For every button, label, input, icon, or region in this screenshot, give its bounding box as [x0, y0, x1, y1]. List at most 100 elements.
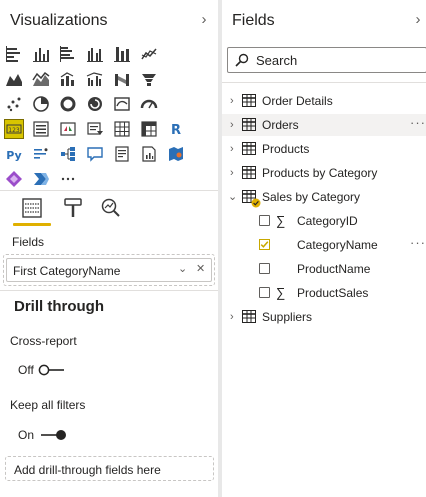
map-icon[interactable]	[112, 94, 132, 114]
chevron-down-icon[interactable]: ⌄	[228, 190, 238, 204]
chevron-right-icon[interactable]: ›	[230, 118, 240, 132]
field-row-productsales[interactable]: ∑ ProductSales	[222, 282, 426, 304]
line-and-column-chart-icon[interactable]	[58, 69, 78, 89]
close-icon[interactable]: ✕	[196, 262, 205, 275]
table-icon	[242, 310, 256, 323]
visualizations-title: Visualizations	[10, 12, 108, 29]
waterfall-chart-icon[interactable]	[139, 69, 159, 89]
smart-narrative-icon[interactable]	[112, 144, 132, 164]
chevron-right-icon[interactable]: ›	[411, 11, 425, 29]
qa-icon[interactable]	[85, 144, 105, 164]
search-icon	[235, 53, 249, 67]
field-row-categoryid[interactable]: ∑ CategoryID	[222, 210, 426, 232]
matrix-icon[interactable]	[139, 119, 159, 139]
pie-chart-icon[interactable]	[31, 94, 51, 114]
power-apps-icon[interactable]	[4, 169, 24, 189]
table-icon	[242, 166, 256, 179]
drill-through-placeholder: Add drill-through fields here	[14, 463, 161, 477]
scatter-chart-icon[interactable]	[4, 94, 24, 114]
field-row-productname[interactable]: ProductName	[222, 258, 426, 280]
stacked-bar-chart-icon[interactable]	[4, 44, 24, 64]
kpi-icon[interactable]	[58, 119, 78, 139]
fields-tab-icon[interactable]	[20, 196, 44, 220]
chevron-right-icon[interactable]: ›	[230, 166, 240, 180]
field-row-categoryname[interactable]: CategoryName ···	[222, 234, 426, 256]
multi-row-card-icon[interactable]	[31, 119, 51, 139]
more-visuals-icon[interactable]	[58, 169, 78, 189]
table-row-orders[interactable]: › Orders ···	[222, 114, 426, 136]
gallery-divider	[0, 190, 218, 191]
chevron-right-icon[interactable]: ›	[197, 11, 211, 29]
table-icon	[242, 94, 256, 107]
card-icon[interactable]: 123	[4, 119, 24, 139]
chevron-right-icon[interactable]: ›	[230, 142, 240, 156]
sigma-icon: ∑	[276, 285, 286, 300]
treemap-icon[interactable]	[85, 94, 105, 114]
table-row-order-details[interactable]: › Order Details	[222, 90, 426, 112]
clustered-bar-chart-icon[interactable]	[58, 44, 78, 64]
fields-title: Fields	[232, 12, 275, 29]
table-name: Orders	[262, 118, 299, 132]
more-options-icon[interactable]: ···	[410, 235, 426, 250]
field-checkbox-checked[interactable]	[259, 239, 270, 250]
table-visual-icon[interactable]	[112, 119, 132, 139]
slicer-icon[interactable]	[85, 119, 105, 139]
checkmark-icon	[259, 239, 270, 250]
keep-filters-state: On	[18, 428, 35, 442]
search-placeholder: Search	[256, 53, 298, 68]
chevron-right-icon[interactable]: ›	[230, 94, 240, 108]
svg-text:123: 123	[8, 127, 20, 134]
100-stacked-bar-chart-icon[interactable]	[112, 44, 132, 64]
stacked-area-chart-icon[interactable]	[31, 69, 51, 89]
decomposition-tree-icon[interactable]	[58, 144, 78, 164]
table-name: Suppliers	[262, 310, 313, 324]
paginated-report-icon[interactable]	[139, 144, 159, 164]
search-divider	[222, 82, 426, 83]
line-and-clustered-column-chart-icon[interactable]	[85, 69, 105, 89]
table-icon	[242, 142, 256, 155]
format-paint-roller-icon[interactable]	[61, 196, 85, 220]
donut-chart-icon[interactable]	[58, 94, 78, 114]
clustered-column-chart-icon[interactable]	[85, 44, 105, 64]
gauge-icon[interactable]	[139, 94, 159, 114]
area-chart-icon[interactable]	[4, 69, 24, 89]
table-icon	[242, 118, 256, 131]
more-options-icon[interactable]: ···	[410, 115, 426, 130]
line-chart-icon[interactable]	[139, 44, 159, 64]
stacked-column-chart-icon[interactable]	[31, 44, 51, 64]
python-visual-icon[interactable]: Py	[4, 144, 24, 164]
field-name: CategoryName	[297, 238, 378, 252]
keep-filters-toggle[interactable]	[41, 428, 67, 440]
table-row-products[interactable]: › Products	[222, 138, 426, 160]
ribbon-chart-icon[interactable]	[112, 69, 132, 89]
cross-report-toggle[interactable]	[38, 363, 64, 376]
field-checkbox[interactable]	[259, 215, 270, 226]
fields-well-label: Fields	[12, 235, 45, 249]
arcgis-map-icon[interactable]	[166, 144, 186, 164]
table-row-suppliers[interactable]: › Suppliers	[222, 306, 426, 328]
field-checkbox[interactable]	[259, 287, 270, 298]
svg-text:Py: Py	[6, 149, 21, 162]
chevron-down-icon[interactable]: ⌄	[178, 262, 187, 275]
svg-text:R: R	[171, 123, 181, 138]
table-name: Sales by Category	[262, 190, 361, 204]
key-influencers-icon[interactable]	[31, 144, 51, 164]
drill-through-title: Drill through	[14, 298, 104, 315]
power-automate-icon[interactable]	[31, 169, 51, 189]
analytics-magnifier-icon[interactable]	[99, 196, 123, 220]
cross-report-state: Off	[18, 363, 34, 377]
field-well-value: First CategoryName	[13, 264, 121, 278]
keep-filters-label: Keep all filters	[10, 398, 86, 412]
field-checkbox[interactable]	[259, 263, 270, 274]
checkmark-badge-icon	[251, 198, 261, 208]
table-row-products-by-category[interactable]: › Products by Category	[222, 162, 426, 184]
r-visual-icon[interactable]: R	[166, 119, 186, 139]
visualizations-pane: Visualizations › 123 R Py Fields First C…	[0, 0, 218, 497]
search-input[interactable]: Search	[227, 47, 426, 73]
table-name: Products	[262, 142, 310, 156]
chevron-right-icon[interactable]: ›	[230, 310, 240, 324]
field-well-item[interactable]: First CategoryName ⌄ ✕	[6, 258, 212, 282]
drill-through-dropzone[interactable]: Add drill-through fields here	[5, 456, 214, 481]
fields-pane: Fields › Search › Order Details › Orders…	[222, 0, 426, 497]
table-row-sales-by-category[interactable]: ⌄ Sales by Category	[222, 186, 426, 208]
